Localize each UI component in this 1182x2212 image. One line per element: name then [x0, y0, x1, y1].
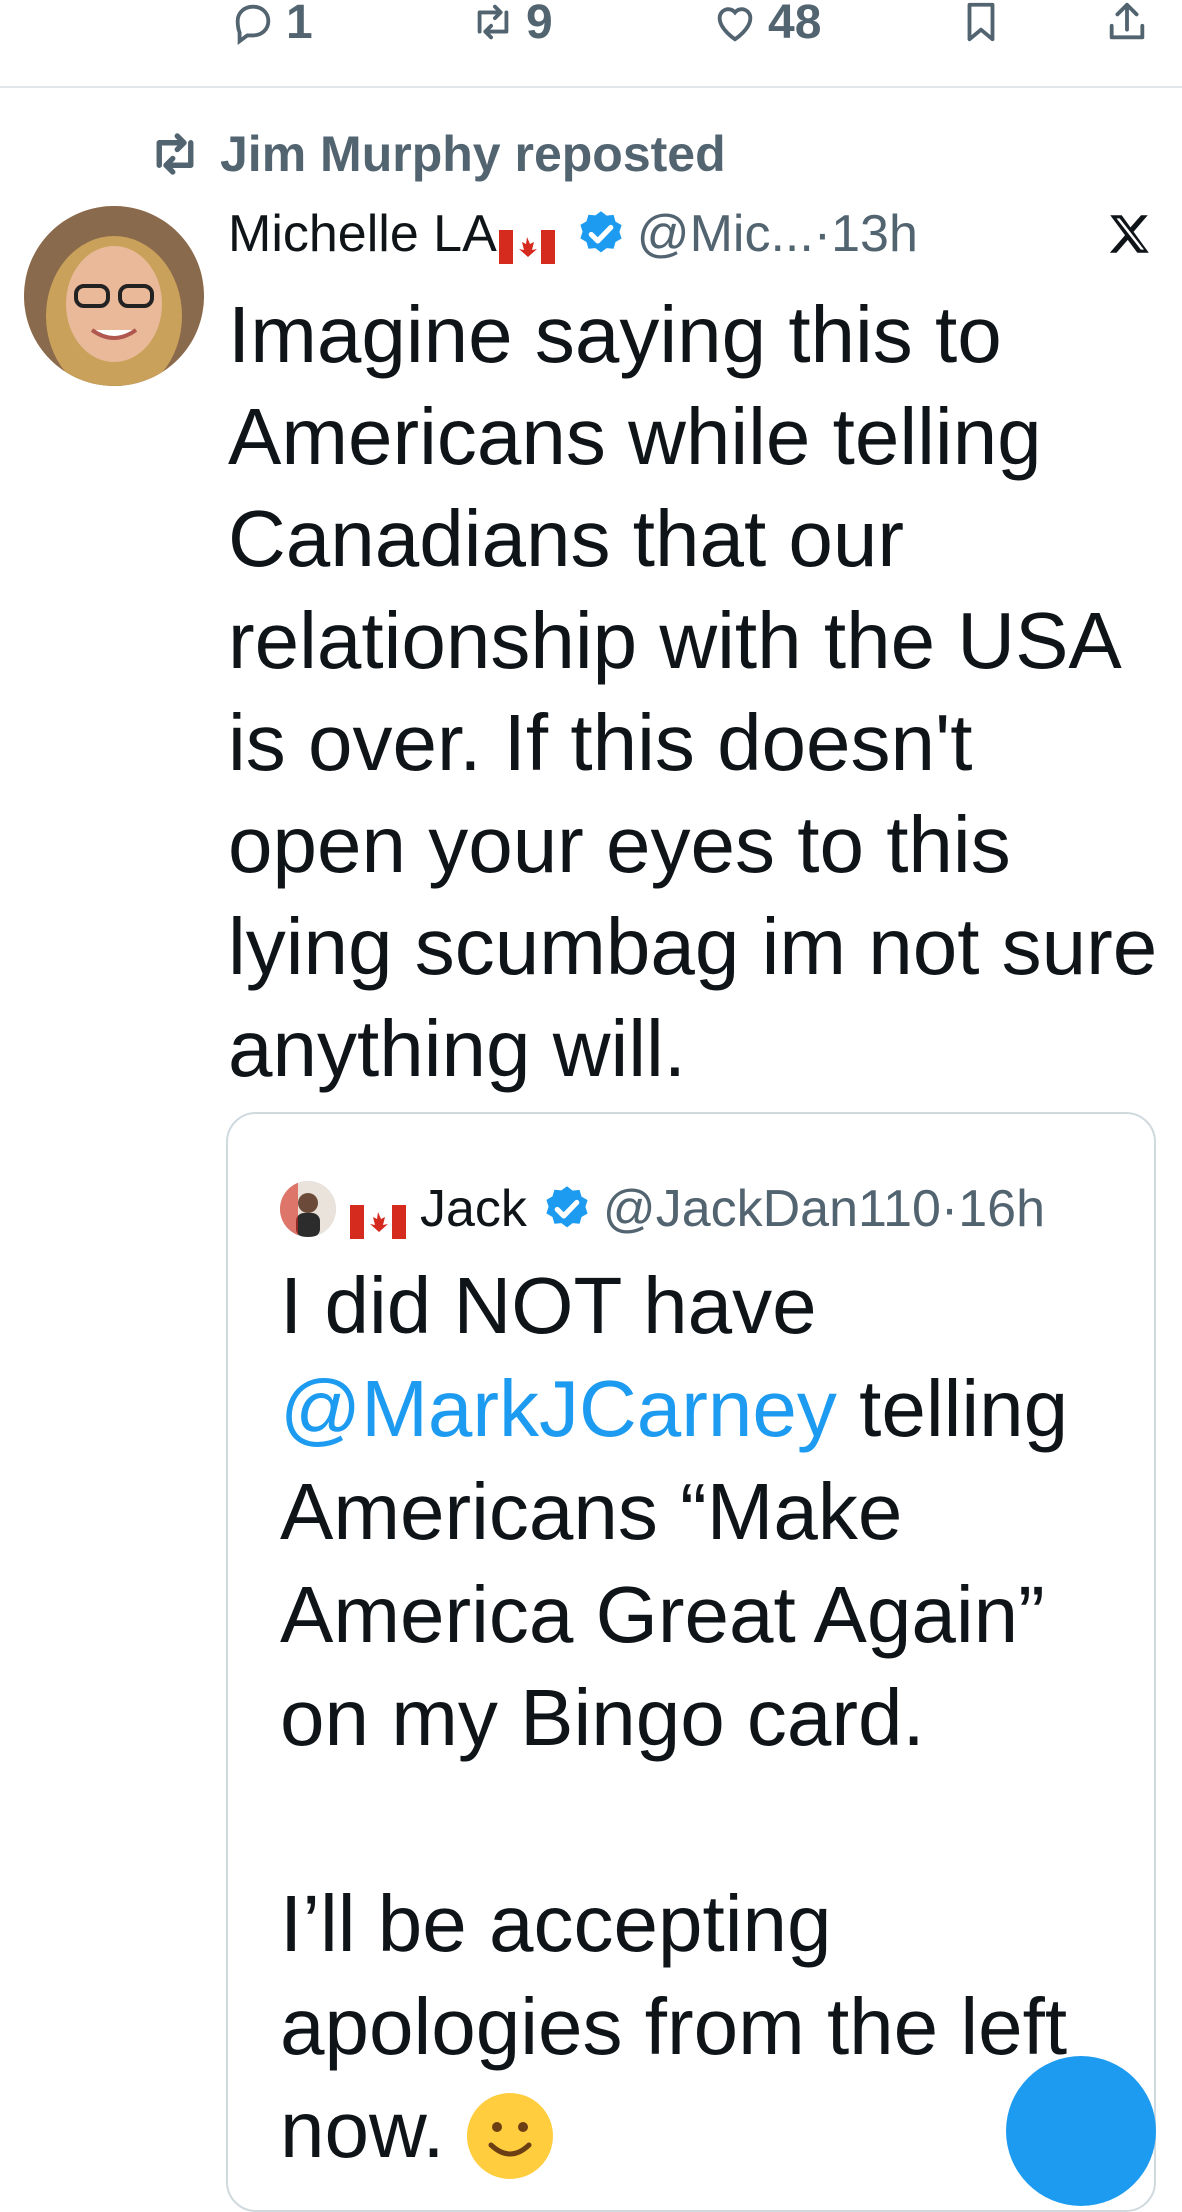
canada-flag-icon [498, 217, 555, 264]
canada-flag-icon [350, 1192, 406, 1239]
repost-count: 9 [526, 0, 553, 49]
reply-button[interactable]: 1 [230, 0, 313, 49]
mention-link[interactable]: @MarkJCarney [280, 1364, 837, 1453]
separator-dot: · [813, 205, 832, 263]
author-handle[interactable]: @Mic... [637, 204, 814, 264]
quoted-tweet-header: Jack @JackDan110 · 16h [280, 1174, 1045, 1244]
bookmark-icon [967, 2, 995, 42]
heart-icon [717, 7, 753, 42]
quoted-text-paragraph2: I’ll be accepting apologies from the lef… [280, 1879, 1068, 2174]
quoted-author-name[interactable]: Jack [420, 1179, 527, 1239]
like-button[interactable]: 48 [712, 0, 821, 49]
quoted-tweet-time[interactable]: 16h [958, 1179, 1045, 1239]
share-icon [1109, 2, 1145, 40]
share-button[interactable] [1104, 0, 1150, 44]
repost-icon [477, 4, 509, 40]
repost-button[interactable]: 9 [470, 0, 553, 49]
tweet-time[interactable]: 13h [831, 204, 918, 264]
separator-dot: · [940, 1180, 959, 1238]
compose-button[interactable] [1006, 2056, 1156, 2206]
smile-emoji-icon [466, 2092, 553, 2179]
reply-count: 1 [286, 0, 313, 49]
repost-indicator[interactable]: Jim Murphy reposted [148, 126, 726, 182]
reply-icon [235, 4, 271, 45]
avatar-image [24, 206, 204, 386]
like-count: 48 [768, 0, 822, 49]
x-logo-icon[interactable] [1104, 206, 1154, 262]
tweet-text: Imagine saying this to Americans while t… [228, 290, 1158, 1093]
repost-label: Jim Murphy reposted [220, 126, 726, 182]
verified-badge-icon [546, 1186, 588, 1228]
bookmark-button[interactable] [958, 0, 1004, 44]
quoted-author-handle[interactable]: @JackDan110 [603, 1179, 941, 1239]
quoted-avatar [280, 1181, 336, 1237]
verified-badge-icon [580, 211, 622, 253]
quoted-tweet[interactable]: Jack @JackDan110 · 16h I did NOT have @M… [226, 1112, 1156, 2212]
divider [0, 86, 1182, 88]
repost-icon [156, 133, 194, 175]
quoted-text-line1: I did NOT have [280, 1261, 817, 1350]
avatar[interactable] [24, 206, 204, 386]
quoted-tweet-text: I did NOT have @MarkJCarney telling Amer… [280, 1254, 1130, 2181]
author-name[interactable]: Michelle LA [228, 204, 497, 264]
tweet-header: Michelle LA @Mic... · 13h [228, 204, 918, 264]
